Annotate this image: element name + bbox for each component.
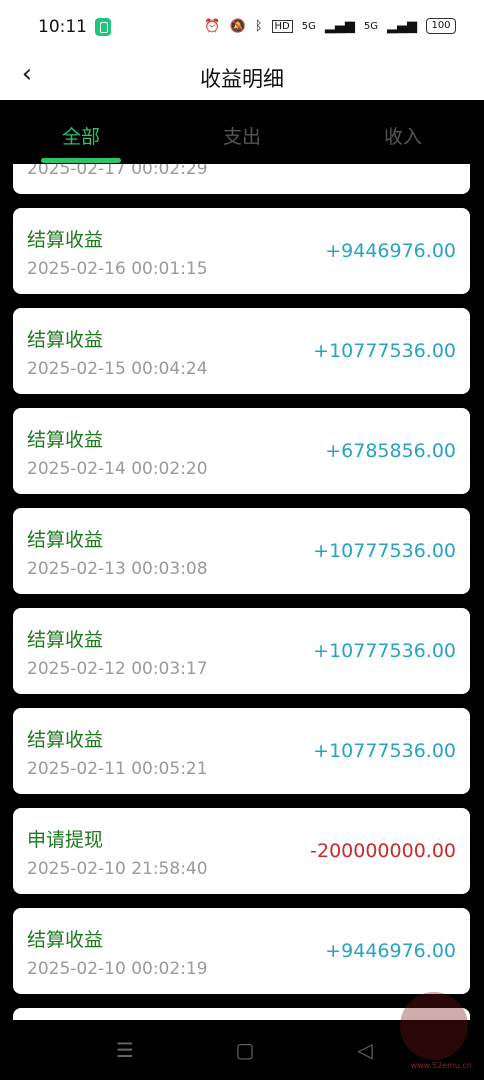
record-amount: +10777536.00 bbox=[313, 340, 456, 362]
record-title: 结算收益 bbox=[27, 429, 104, 451]
menu-icon[interactable]: ☰ bbox=[110, 1036, 140, 1064]
record-title: 结算收益 bbox=[27, 729, 104, 751]
record-date: 2025-02-12 00:03:17 bbox=[27, 659, 208, 679]
hd-icon: HD bbox=[271, 19, 293, 33]
list-item[interactable]: 2025-02-17 00:02:29 bbox=[13, 164, 470, 194]
mute-icon: 🔕 bbox=[229, 18, 246, 34]
list-item[interactable]: 结算收益 2025-02-14 00:02:20 +6785856.00 bbox=[13, 408, 470, 494]
record-date: 2025-02-15 00:04:24 bbox=[27, 359, 208, 379]
record-date: 2025-02-13 00:03:08 bbox=[27, 559, 208, 579]
list-item[interactable]: 结算收益 2025-02-12 00:03:17 +10777536.00 bbox=[13, 608, 470, 694]
status-icons: ⏰ 🔕 ᛒ HD 5G ▂▄▆ 5G ▂▄▆ 100 bbox=[204, 18, 456, 34]
home-icon[interactable]: ▢ bbox=[230, 1036, 260, 1064]
record-date: 2025-02-10 00:02:19 bbox=[27, 959, 208, 979]
page-title: 收益明细 bbox=[200, 67, 284, 91]
record-amount: +10777536.00 bbox=[313, 640, 456, 662]
signal-bars-icon: ▂▄▆ bbox=[324, 18, 355, 34]
record-title: 结算收益 bbox=[27, 229, 104, 251]
signal-bars-icon: ▂▄▆ bbox=[387, 18, 417, 34]
record-amount: +10777536.00 bbox=[313, 740, 456, 762]
tab-expense[interactable]: 支出 bbox=[182, 122, 302, 149]
battery-icon: 100 bbox=[426, 18, 456, 34]
list-item[interactable]: 申请提现 2025-02-10 21:58:40 -200000000.00 bbox=[13, 808, 470, 894]
list-item[interactable]: 结算收益 2025-02-10 00:02:19 +9446976.00 bbox=[13, 908, 470, 994]
tabs: 全部 支出 收入 bbox=[0, 100, 484, 164]
tab-indicator bbox=[41, 158, 121, 163]
list-item[interactable]: 结算收益 2025-02-11 00:05:21 +10777536.00 bbox=[13, 708, 470, 794]
alarm-icon: ⏰ bbox=[204, 18, 221, 34]
record-date: 2025-02-16 00:01:15 bbox=[27, 259, 208, 279]
record-amount: +6785856.00 bbox=[325, 440, 456, 462]
app-icon bbox=[95, 18, 111, 36]
list-item[interactable]: 结算收益 2025-02-13 00:03:08 +10777536.00 bbox=[13, 508, 470, 594]
record-amount: +9446976.00 bbox=[325, 240, 456, 262]
record-amount: +10777536.00 bbox=[313, 540, 456, 562]
signal-5g-icon: 5G bbox=[301, 20, 316, 32]
record-title: 结算收益 bbox=[27, 529, 104, 551]
watermark-seal bbox=[400, 992, 468, 1060]
signal-5g-icon: 5G bbox=[363, 20, 378, 32]
record-date: 2025-02-14 00:02:20 bbox=[27, 459, 208, 479]
record-date: 2025-02-17 00:02:29 bbox=[27, 164, 208, 179]
watermark-text: www.52emu.cn bbox=[410, 1061, 472, 1070]
record-amount: -200000000.00 bbox=[310, 840, 456, 862]
bluetooth-icon: ᛒ bbox=[254, 18, 263, 34]
status-time: 10:11 bbox=[38, 17, 87, 37]
record-title: 结算收益 bbox=[27, 629, 104, 651]
record-date: 2025-02-11 00:05:21 bbox=[27, 759, 208, 779]
record-list[interactable]: 2025-02-17 00:02:29 结算收益 2025-02-16 00:0… bbox=[0, 164, 484, 1020]
record-title: 申请提现 bbox=[27, 829, 104, 851]
back-triangle-icon[interactable]: ◁ bbox=[350, 1036, 380, 1064]
record-title: 结算收益 bbox=[27, 929, 104, 951]
record-amount: +9446976.00 bbox=[325, 940, 456, 962]
record-title: 结算收益 bbox=[27, 329, 104, 351]
tab-income[interactable]: 收入 bbox=[343, 122, 463, 149]
record-date: 2025-02-10 21:58:40 bbox=[27, 859, 208, 879]
list-item[interactable]: 结算收益 2025-02-16 00:01:15 +9446976.00 bbox=[13, 208, 470, 294]
status-bar: 10:11 ⏰ 🔕 ᛒ HD 5G ▂▄▆ 5G ▂▄▆ 100 bbox=[0, 0, 484, 50]
header: ‹ 收益明细 bbox=[0, 50, 484, 100]
tab-all[interactable]: 全部 bbox=[21, 122, 141, 149]
list-item[interactable]: 结算收益 2025-02-15 00:04:24 +10777536.00 bbox=[13, 308, 470, 394]
